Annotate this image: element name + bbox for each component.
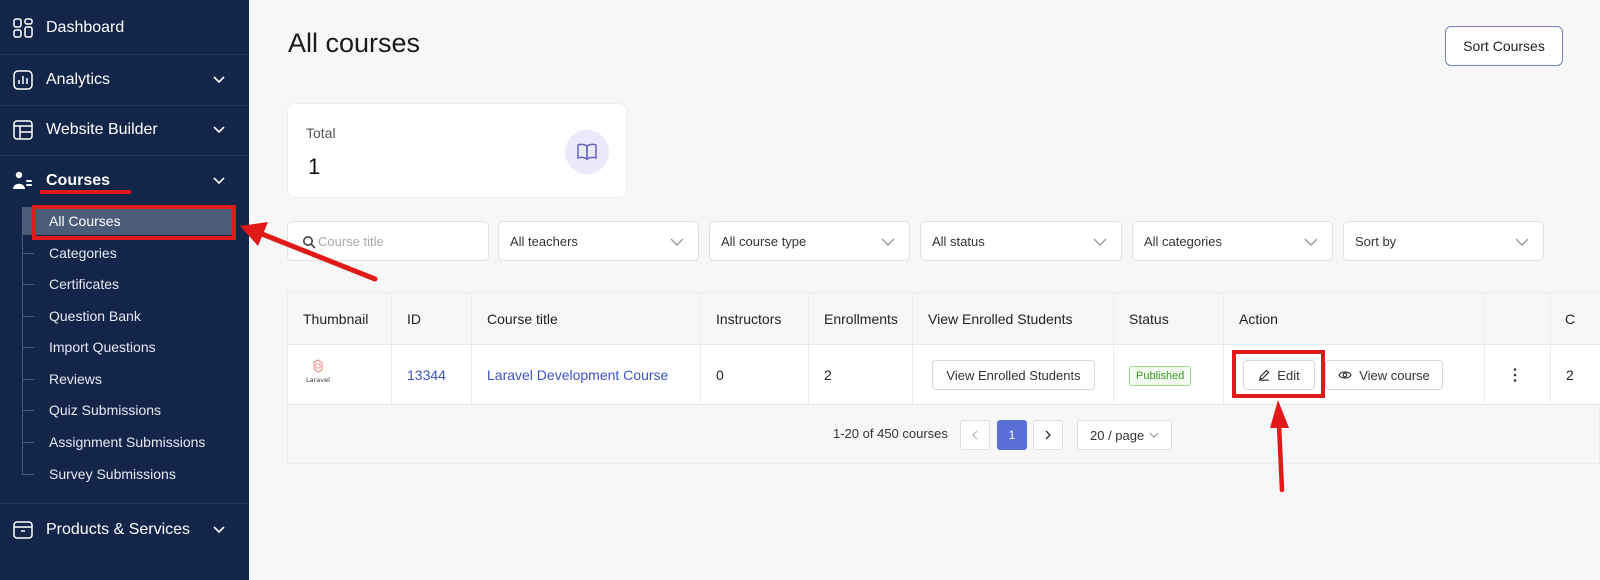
annotation-arrows bbox=[240, 222, 1289, 493]
